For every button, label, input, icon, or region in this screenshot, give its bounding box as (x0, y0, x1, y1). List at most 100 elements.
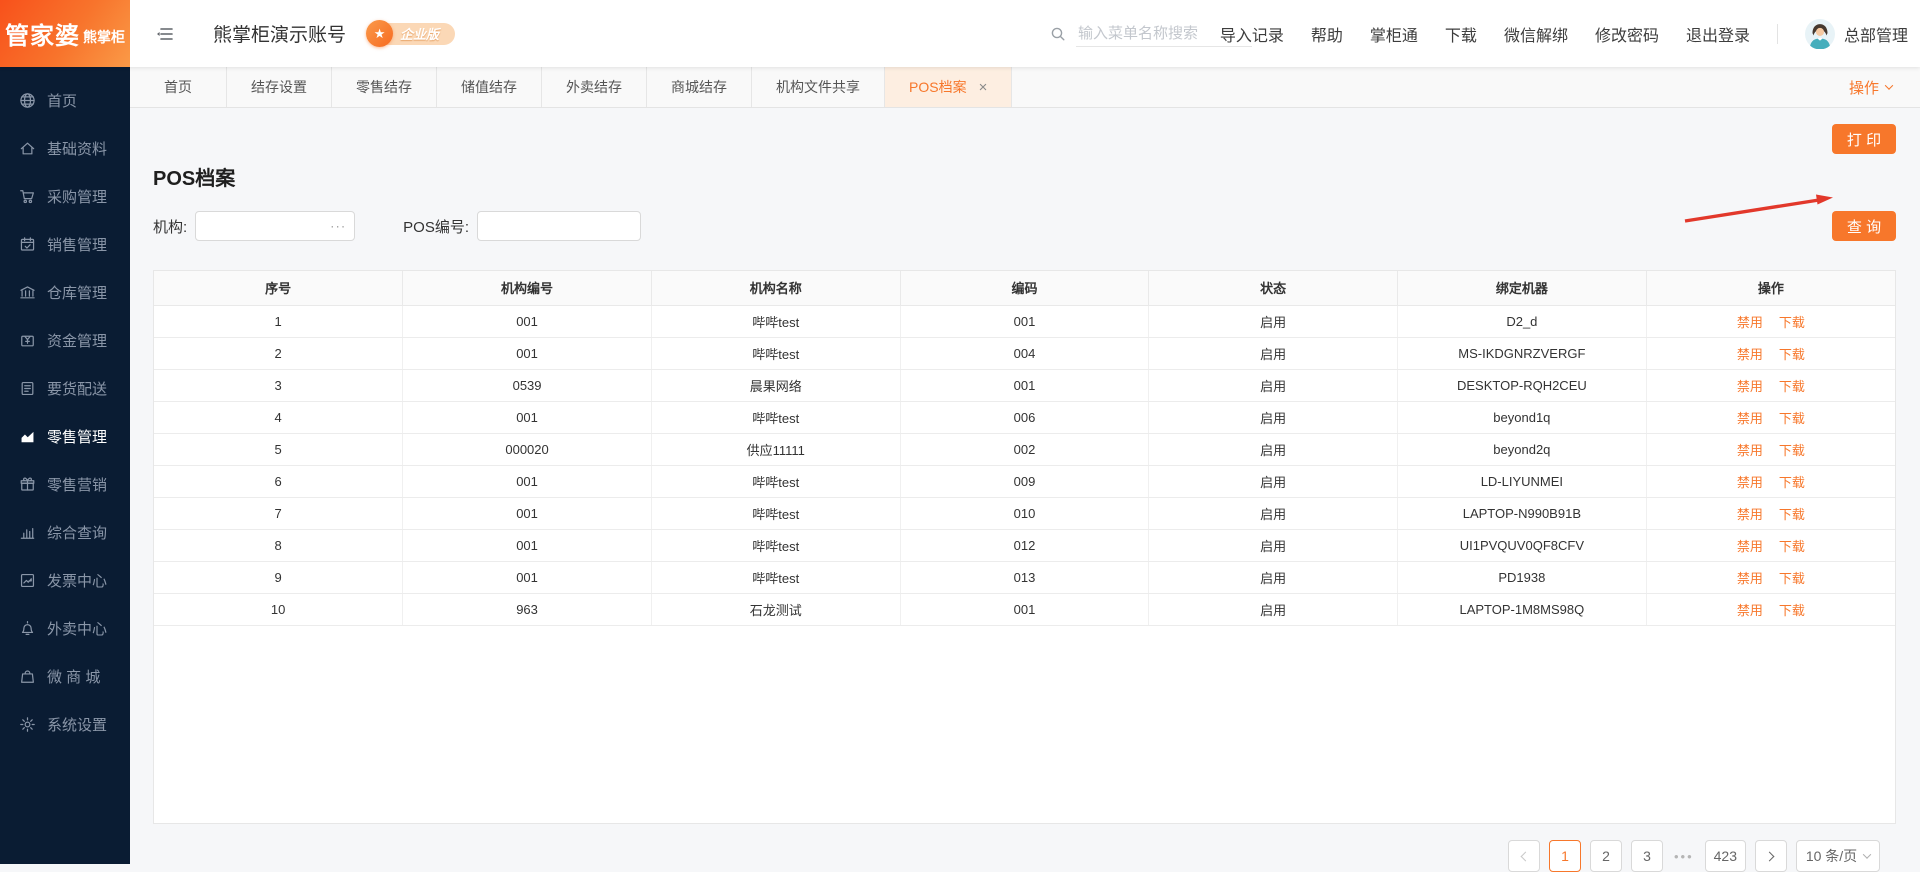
table-cell: 启用 (1148, 305, 1399, 338)
tab-机构文件共享[interactable]: 机构文件共享 (752, 67, 885, 107)
topbar-menu-下载[interactable]: 下载 (1445, 22, 1477, 46)
sidebar-item-area-chart[interactable]: 零售管理 (0, 412, 130, 460)
disable-link[interactable]: 禁用 (1737, 443, 1763, 458)
sidebar-item-globe[interactable]: 首页 (0, 76, 130, 124)
sidebar-item-bell[interactable]: 外卖中心 (0, 604, 130, 652)
tab-首页[interactable]: 首页 (130, 67, 227, 107)
sidebar-item-fund[interactable]: 资金管理 (0, 316, 130, 364)
column-header: 编码 (900, 271, 1150, 306)
close-icon[interactable]: × (979, 80, 988, 95)
download-link[interactable]: 下载 (1779, 411, 1805, 426)
tab-储值结存[interactable]: 储值结存 (437, 67, 542, 107)
table-cell: 5 (154, 433, 404, 466)
download-link[interactable]: 下载 (1779, 539, 1805, 554)
main-content: 打 印 POS档案 机构: ··· POS编号: 查 询 序号 机构编号 机构名称编… (130, 108, 1920, 872)
menu-search (1050, 0, 1252, 67)
disable-link[interactable]: 禁用 (1737, 603, 1763, 618)
disable-link[interactable]: 禁用 (1737, 571, 1763, 586)
next-page-button[interactable] (1755, 840, 1787, 872)
sidebar-collapse-icon[interactable] (156, 26, 175, 42)
sidebar-item-bar-chart[interactable]: 综合查询 (0, 508, 130, 556)
sidebar-item-label: 综合查询 (47, 524, 108, 542)
page-button-1[interactable]: 1 (1548, 840, 1581, 872)
disable-link[interactable]: 禁用 (1737, 379, 1763, 394)
table-cell: 启用 (1148, 561, 1399, 594)
download-link[interactable]: 下载 (1779, 379, 1805, 394)
table-cell: 001 (402, 401, 652, 434)
sidebar-item-calendar[interactable]: 销售管理 (0, 220, 130, 268)
sidebar-item-label: 要货配送 (47, 380, 108, 398)
download-link[interactable]: 下载 (1779, 507, 1805, 522)
print-button[interactable]: 打 印 (1832, 124, 1896, 154)
page-ellipsis[interactable]: ••• (1672, 849, 1696, 864)
tab-商城结存[interactable]: 商城结存 (647, 67, 752, 107)
topbar-menu-掌柜通[interactable]: 掌柜通 (1370, 22, 1418, 46)
tab-零售结存[interactable]: 零售结存 (332, 67, 437, 107)
sidebar-item-doc[interactable]: 要货配送 (0, 364, 130, 412)
download-link[interactable]: 下载 (1779, 347, 1805, 362)
disable-link[interactable]: 禁用 (1737, 539, 1763, 554)
sidebar-item-home[interactable]: 基础资料 (0, 124, 130, 172)
table-cell: MS-IKDGNRZVERGF (1397, 337, 1647, 370)
page-title: POS档案 (153, 168, 236, 190)
table-cell: 009 (900, 465, 1150, 498)
tab-label: 零售结存 (356, 79, 412, 95)
prev-page-button[interactable] (1507, 840, 1540, 872)
download-link[interactable]: 下载 (1779, 603, 1805, 618)
table-row: 6 001 哔哔test 009 启用 LD-LIYUNMEI 禁用 下载 (154, 465, 1895, 498)
table-cell: 012 (900, 529, 1150, 562)
tab-结存设置[interactable]: 结存设置 (227, 67, 332, 107)
brand-logo-main: 管家婆 (5, 23, 80, 50)
user-menu[interactable]: 总部管理 (1804, 18, 1908, 49)
sidebar-item-invoice[interactable]: 发票中心 (0, 556, 130, 604)
page-size-select[interactable]: 10 条/页 (1796, 840, 1880, 872)
download-link[interactable]: 下载 (1779, 315, 1805, 330)
tab-POS档案[interactable]: POS档案 × (885, 67, 1013, 107)
org-filter-label: 机构: (153, 218, 188, 236)
download-link[interactable]: 下载 (1779, 571, 1805, 586)
sidebar-item-gear[interactable]: 系统设置 (0, 700, 130, 748)
topbar-menu-退出登录[interactable]: 退出登录 (1686, 22, 1750, 46)
row-actions-cell: 禁用 下载 (1646, 401, 1895, 434)
topbar-menu-微信解绑[interactable]: 微信解绑 (1504, 22, 1568, 46)
sidebar-item-gift[interactable]: 零售营销 (0, 460, 130, 508)
query-button[interactable]: 查 询 (1832, 211, 1896, 241)
pos-number-input[interactable] (477, 211, 642, 241)
filter-bar: 机构: ··· POS编号: 查 询 (153, 211, 1896, 241)
page-button-3[interactable]: 3 (1630, 840, 1663, 872)
table-cell: 哔哔test (651, 465, 901, 498)
table-cell: 001 (900, 369, 1150, 402)
table-row: 2 001 哔哔test 004 启用 MS-IKDGNRZVERGF 禁用 下载 (154, 337, 1895, 370)
table-cell: 002 (900, 433, 1150, 466)
ellipsis-picker-icon[interactable]: ··· (330, 219, 346, 234)
download-link[interactable]: 下载 (1779, 443, 1805, 458)
disable-link[interactable]: 禁用 (1737, 347, 1763, 362)
disable-link[interactable]: 禁用 (1737, 315, 1763, 330)
table-cell: LD-LIYUNMEI (1397, 465, 1647, 498)
table-row: 7 001 哔哔test 010 启用 LAPTOP-N990B91B 禁用 下载 (154, 497, 1895, 530)
table-cell: 3 (154, 369, 404, 402)
page-button-2[interactable]: 2 (1589, 840, 1622, 872)
disable-link[interactable]: 禁用 (1737, 507, 1763, 522)
tab-外卖结存[interactable]: 外卖结存 (542, 67, 647, 107)
row-actions-cell: 禁用 下载 (1646, 529, 1895, 562)
globe-icon (19, 92, 36, 109)
sidebar-item-bag[interactable]: 微 商 城 (0, 652, 130, 700)
sidebar-item-cart[interactable]: 采购管理 (0, 172, 130, 220)
cart-icon (19, 188, 36, 205)
download-link[interactable]: 下载 (1779, 475, 1805, 490)
row-actions-cell: 禁用 下载 (1646, 337, 1895, 370)
topbar-menu-修改密码[interactable]: 修改密码 (1595, 22, 1659, 46)
table-cell: 8 (154, 529, 404, 562)
disable-link[interactable]: 禁用 (1737, 411, 1763, 426)
sidebar-item-bank[interactable]: 仓库管理 (0, 268, 130, 316)
page-button-423[interactable]: 423 (1704, 840, 1746, 872)
topbar-menu-帮助[interactable]: 帮助 (1311, 22, 1343, 46)
row-actions-cell: 禁用 下载 (1646, 369, 1895, 402)
sidebar-item-label: 首页 (47, 92, 78, 110)
disable-link[interactable]: 禁用 (1737, 475, 1763, 490)
area-chart-icon (19, 428, 36, 445)
search-input[interactable] (1076, 20, 1252, 47)
tab-actions-dropdown[interactable]: 操作 (1849, 67, 1920, 107)
calendar-icon (19, 236, 36, 253)
